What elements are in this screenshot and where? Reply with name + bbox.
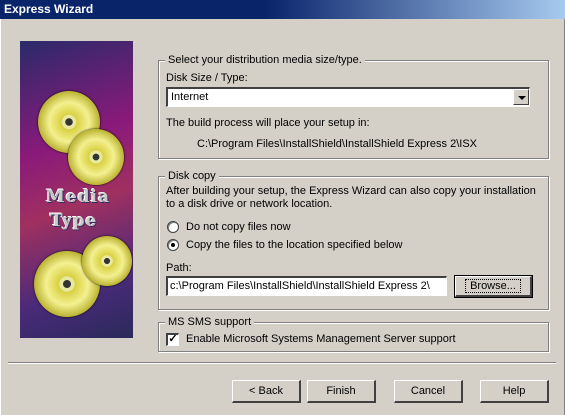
title-bar[interactable]: Express Wizard xyxy=(0,0,565,19)
sms-checkbox[interactable]: ✓ xyxy=(166,333,179,346)
art-label-line2: Type xyxy=(50,211,98,231)
copy-files-radio[interactable] xyxy=(167,239,179,251)
help-button-label: Help xyxy=(502,385,526,397)
build-path-text: C:\Program Files\InstallShield\InstallSh… xyxy=(197,138,478,150)
disk-size-label: Disk Size / Type: xyxy=(166,72,248,84)
build-info-text: The build process will place your setup … xyxy=(166,117,370,129)
disk-copy-description-2: to a disk drive or network location. xyxy=(166,198,333,210)
cd-disc-icon xyxy=(82,236,132,286)
disk-copy-description-1: After building your setup, the Express W… xyxy=(166,185,536,197)
sms-checkbox-label[interactable]: Enable Microsoft Systems Management Serv… xyxy=(186,333,456,346)
title-bar-gradient xyxy=(265,0,565,19)
disk-size-dropdown[interactable]: Internet xyxy=(166,87,530,107)
back-button-label: < Back xyxy=(249,385,283,397)
no-copy-radio[interactable] xyxy=(167,221,179,233)
browse-button[interactable]: Browse... xyxy=(454,275,533,298)
media-type-artwork: Media Type xyxy=(20,41,133,338)
back-button[interactable]: < Back xyxy=(232,380,301,403)
finish-button[interactable]: Finish xyxy=(307,380,376,403)
disk-size-value: Internet xyxy=(171,91,209,103)
cancel-button-label: Cancel xyxy=(410,385,446,397)
disk-copy-group-title: Disk copy xyxy=(165,169,219,183)
cd-disc-icon xyxy=(68,129,124,185)
no-copy-radio-label[interactable]: Do not copy files now xyxy=(186,221,291,234)
browse-button-label: Browse... xyxy=(465,279,521,293)
media-group-title: Select your distribution media size/type… xyxy=(165,53,365,67)
cancel-button[interactable]: Cancel xyxy=(394,380,463,403)
dropdown-arrow-icon[interactable] xyxy=(513,89,529,105)
art-label-line1: Media xyxy=(46,187,110,207)
sms-group-title: MS SMS support xyxy=(165,315,255,329)
window-title: Express Wizard xyxy=(4,2,94,16)
finish-button-label: Finish xyxy=(326,385,356,397)
help-button[interactable]: Help xyxy=(480,380,549,403)
footer-separator xyxy=(8,362,556,364)
copy-files-radio-label[interactable]: Copy the files to the location specified… xyxy=(186,239,402,252)
path-label: Path: xyxy=(166,262,192,274)
path-input[interactable]: c:\Program Files\InstallShield\InstallSh… xyxy=(166,276,447,296)
